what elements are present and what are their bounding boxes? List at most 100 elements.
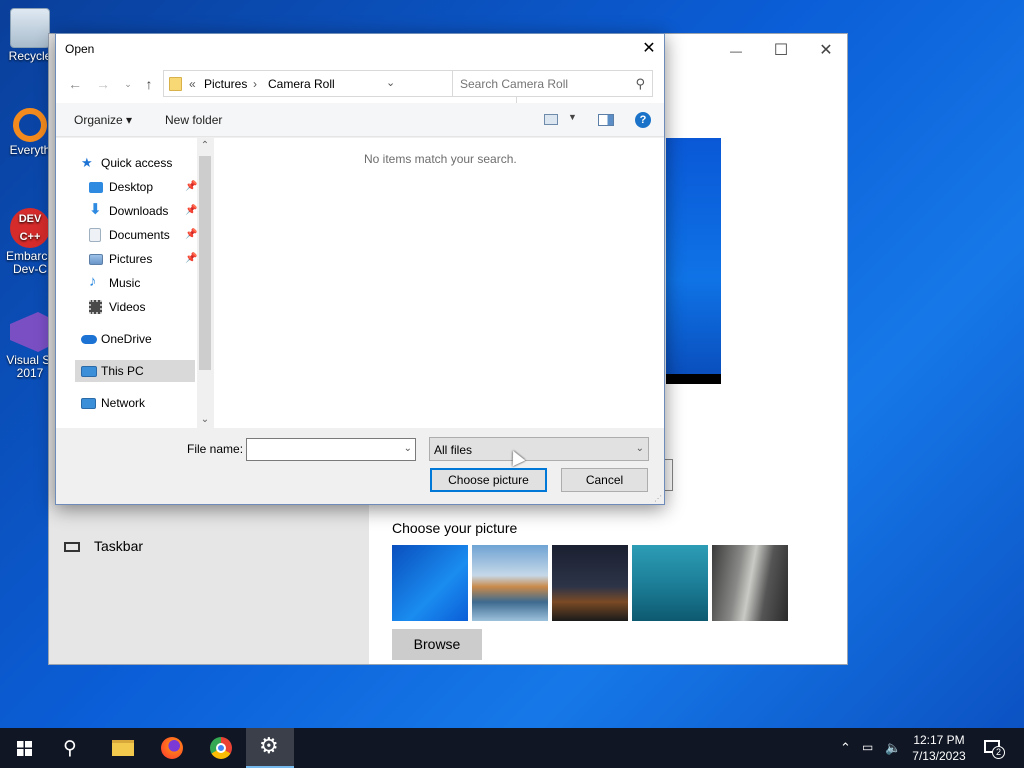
nav-item-label: This PC [101,364,144,378]
thumbnail-underwater[interactable] [632,545,708,621]
cancel-button[interactable]: Cancel [561,468,648,492]
file-name-input[interactable] [247,439,397,460]
nav-item-label: OneDrive [101,332,152,346]
taskbar-icon [64,542,80,553]
pin-icon[interactable]: 📌 [185,224,197,246]
scroll-up-arrow-icon[interactable]: ⌃ [197,138,213,154]
search-icon: ⚲ [635,76,645,91]
file-name-combobox[interactable]: ⌄ [246,438,416,461]
back-arrow-icon[interactable]: ← [66,75,84,93]
pin-icon[interactable]: 📌 [185,176,197,198]
scrollbar-thumb[interactable] [199,156,211,370]
desktop-icon [89,182,103,193]
breadcrumb-pictures[interactable]: Pictures [204,77,247,91]
network-icon [81,398,96,409]
chrome-center-icon [216,743,226,753]
volume-muted-icon[interactable]: 🔈 [885,740,901,756]
onedrive-icon [81,335,97,344]
view-chevron-icon[interactable]: ▼ [568,112,577,122]
network-icon[interactable]: ▭ [862,740,873,754]
help-icon[interactable]: ? [635,112,651,128]
start-button[interactable] [0,728,48,768]
pin-icon[interactable]: 📌 [185,248,197,270]
empty-message: No items match your search. [364,152,517,166]
file-name-label: File name: [187,442,244,456]
firefox-button[interactable] [148,728,196,768]
firefox-icon [161,737,183,759]
file-list-pane[interactable]: No items match your search. [214,138,664,428]
documents-icon [89,228,101,242]
navigation-pane: ★ Quick access Desktop 📌 ⬇ Downloads 📌 D… [56,138,213,428]
recent-locations-chevron-icon[interactable]: ⌄ [119,75,137,93]
navigation-bar: ← → ⌄ ↑ « Pictures › Camera Roll ⌄ ↻ ⚲ [56,63,664,105]
new-folder-button[interactable]: New folder [165,113,222,127]
address-bar[interactable]: « Pictures › Camera Roll ⌄ ↻ [163,70,537,105]
organize-menu[interactable]: Organize ▾ [74,113,132,127]
thumbnail-rock-cliff[interactable] [712,545,788,621]
nav-pane-scrollbar[interactable]: ⌃ ⌄ [197,138,213,428]
chevron-down-icon[interactable]: ⌄ [636,443,644,454]
forward-arrow-icon[interactable]: → [94,75,112,93]
notification-center-button[interactable]: 2 [980,736,1006,760]
folder-icon [169,77,182,91]
pictures-icon [89,254,103,265]
maximize-button[interactable]: ☐ [758,38,804,64]
star-icon: ★ [81,155,93,170]
preview-pane-icon[interactable] [598,114,614,126]
dialog-toolbar: Organize ▾ New folder ▼ ? [56,103,664,137]
address-dropdown-icon[interactable]: ⌄ [386,76,395,89]
gear-icon: ⚙ [259,733,279,758]
dialog-titlebar: Open ✕ [56,34,664,63]
open-dialog: Open ✕ ← → ⌄ ↑ « Pictures › Camera Roll … [55,33,665,505]
search-button[interactable]: ⚲ [48,728,96,768]
windows-logo-icon [17,741,32,756]
thumbnail-windows[interactable] [392,545,468,621]
nav-item-label: Music [109,276,141,290]
file-type-value: All files [434,443,473,457]
nav-item-label: Pictures [109,252,153,266]
nav-item-label: Videos [109,300,146,314]
videos-icon [89,300,102,314]
choose-picture-heading: Choose your picture [392,520,518,536]
search-box[interactable]: ⚲ [452,70,653,97]
choose-picture-button[interactable]: Choose picture [430,468,547,492]
file-type-select[interactable]: All files ⌄ [429,437,649,461]
file-explorer-button[interactable] [98,728,146,768]
minimize-button[interactable]: — [713,38,759,64]
clock[interactable]: 12:17 PM 7/13/2023 [906,732,972,764]
pin-icon[interactable]: 📌 [185,200,197,222]
nav-item-label: Documents [109,228,170,242]
breadcrumb-camera-roll[interactable]: Camera Roll [268,77,335,91]
search-input[interactable] [453,71,623,96]
resize-grip-icon[interactable]: ⋰ [654,494,662,503]
dialog-close-button[interactable]: ✕ [634,34,664,63]
nav-item-label: Network [101,396,146,410]
windows-taskbar: ⚲ ⚙ ⌃ ▭ 🔈 12:17 PM 7/13/2023 2 [0,728,1024,768]
view-options-icon[interactable] [544,114,558,125]
nav-item-this-pc[interactable]: This PC [75,360,195,382]
downloads-icon: ⬇ [89,201,102,218]
settings-nav-taskbar[interactable]: Taskbar [64,538,143,554]
show-hidden-icons-chevron-icon[interactable]: ⌃ [840,740,851,756]
thumbnail-beach-rocks[interactable] [472,545,548,621]
file-explorer-icon [112,740,134,756]
breadcrumb-overflow[interactable]: « [189,77,196,91]
everything-search-icon [13,108,47,142]
music-icon: ♪ [89,273,97,290]
chevron-down-icon[interactable]: ⌄ [404,443,412,454]
taskbar-label: Taskbar [94,538,144,554]
scroll-down-arrow-icon[interactable]: ⌄ [197,412,213,428]
close-button[interactable]: ✕ [803,38,849,64]
nav-item-label: Quick access [101,156,173,170]
up-arrow-icon[interactable]: ↑ [140,75,158,93]
recycle-bin-icon [10,8,50,48]
settings-taskbar-button[interactable]: ⚙ [246,728,294,768]
settings-dropdown-edge [665,459,673,491]
clock-time: 12:17 PM [913,733,965,747]
browse-button[interactable]: Browse [392,629,482,660]
chrome-button[interactable] [197,728,245,768]
notification-count-badge: 2 [992,746,1005,759]
thumbnail-night-sky[interactable] [552,545,628,621]
nav-item-label: Desktop [109,180,154,194]
dialog-title: Open [65,42,95,56]
